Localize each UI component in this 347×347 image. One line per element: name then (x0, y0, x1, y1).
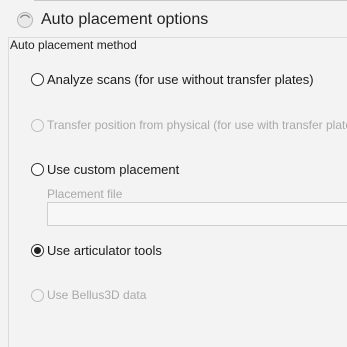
group-label: Auto placement method (10, 38, 137, 52)
option-transfer-position: Transfer position from physical (for use… (31, 118, 347, 132)
radio-dot (34, 247, 41, 254)
panel-header[interactable]: Auto placement options (16, 8, 208, 32)
collapse-icon[interactable] (16, 11, 34, 29)
option-label: Transfer position from physical (for use… (47, 118, 347, 132)
option-articulator-tools[interactable]: Use articulator tools (31, 243, 162, 258)
option-analyze-scans[interactable]: Analyze scans (for use without transfer … (31, 72, 314, 87)
placement-file-label: Placement file (47, 187, 123, 201)
radio-button (31, 288, 44, 302)
radio-button-selected[interactable] (31, 244, 44, 257)
option-label: Use Bellus3D data (47, 288, 147, 302)
top-divider (34, 0, 347, 1)
option-label: Analyze scans (for use without transfer … (47, 72, 314, 87)
option-label: Use custom placement (47, 162, 180, 177)
radio-button (31, 118, 44, 132)
radio-button[interactable] (31, 73, 44, 86)
panel-title: Auto placement options (41, 11, 209, 28)
placement-file-input[interactable] (47, 202, 347, 226)
option-label: Use articulator tools (47, 243, 162, 258)
option-custom-placement[interactable]: Use custom placement (31, 162, 179, 177)
radio-button[interactable] (31, 163, 44, 176)
option-bellus3d: Use Bellus3D data (31, 288, 146, 302)
